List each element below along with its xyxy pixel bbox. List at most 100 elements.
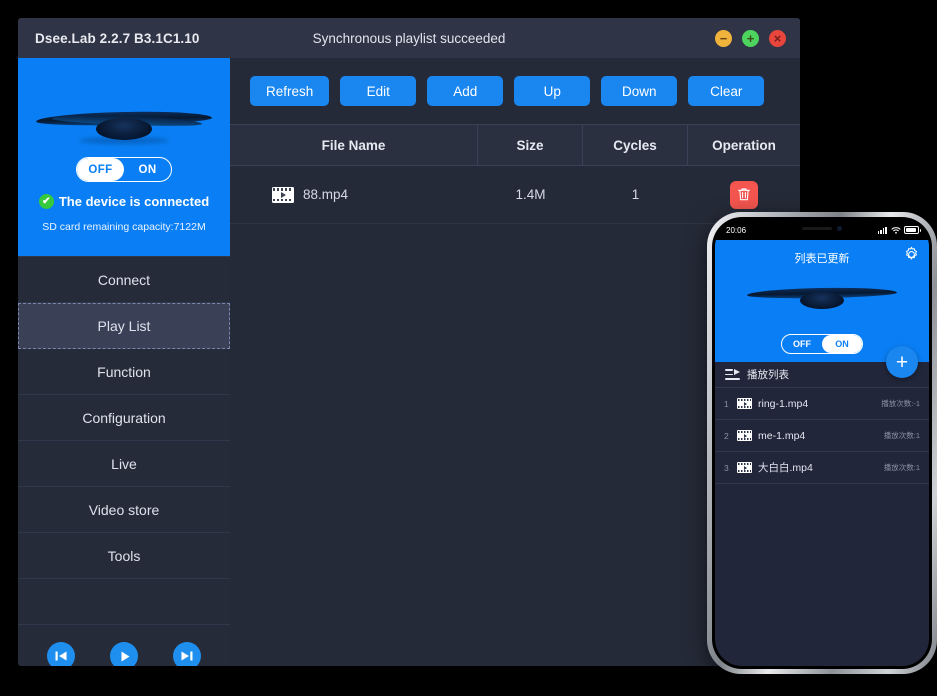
list-item-play-count: 播放次数:1 bbox=[883, 463, 920, 472]
list-item-index: 1 bbox=[724, 398, 729, 409]
status-message: Synchronous playlist succeeded bbox=[312, 30, 506, 46]
column-header-size: Size bbox=[478, 125, 583, 165]
phone-bezel: 20:06 列表已更新 OFF ON + 播放列表 1 ring-1.mp4 播… bbox=[712, 217, 932, 669]
sidebar-item-label: Video store bbox=[88, 501, 160, 518]
battery-icon bbox=[904, 226, 921, 234]
earpiece-speaker bbox=[802, 226, 832, 231]
phone-mockup: 20:06 列表已更新 OFF ON + 播放列表 1 ring-1.mp4 播… bbox=[707, 212, 937, 674]
video-file-icon bbox=[272, 186, 294, 203]
sidebar-item-label: Play List bbox=[97, 318, 151, 334]
application-window: Dsee.Lab 2.2.7 B3.1C1.10 Synchronous pla… bbox=[18, 18, 800, 666]
sidebar-item-video-store[interactable]: Video store bbox=[18, 487, 230, 533]
cell-file-name: 88.mp4 bbox=[230, 166, 478, 223]
check-circle-icon: ✔ bbox=[38, 194, 54, 209]
video-play-glyph bbox=[281, 191, 286, 198]
sidebar-item-label: Configuration bbox=[82, 409, 166, 426]
device-status: ✔ The device is connected bbox=[18, 194, 230, 209]
edit-button[interactable]: Edit bbox=[340, 76, 417, 106]
phone-notch bbox=[784, 220, 860, 237]
sidebar-item-tools[interactable]: Tools bbox=[18, 533, 230, 579]
fan-shadow bbox=[79, 137, 169, 144]
phone-toggle-off-label[interactable]: OFF bbox=[782, 335, 822, 353]
playlist-icon bbox=[725, 369, 740, 380]
file-name-label: 88.mp4 bbox=[303, 187, 349, 202]
sidebar-item-play-list[interactable]: Play List bbox=[18, 303, 230, 349]
down-button[interactable]: Down bbox=[601, 76, 678, 106]
list-item[interactable]: 2 me-1.mp4 播放次数:1 bbox=[715, 420, 929, 452]
close-icon[interactable]: × bbox=[769, 29, 786, 47]
video-file-icon bbox=[737, 398, 752, 409]
window-controls: − + × bbox=[715, 29, 786, 47]
video-file-icon bbox=[737, 462, 752, 473]
hologram-fan-image bbox=[18, 86, 230, 152]
phone-hologram-fan-image bbox=[715, 272, 929, 324]
previous-track-icon[interactable] bbox=[47, 642, 75, 666]
up-button[interactable]: Up bbox=[514, 76, 591, 106]
power-toggle-off-label[interactable]: OFF bbox=[77, 158, 124, 181]
sidebar-item-label: Connect bbox=[97, 271, 151, 288]
column-header-operation: Operation bbox=[712, 137, 776, 153]
sidebar-spacer bbox=[18, 579, 230, 625]
table-row[interactable]: 88.mp4 1.4M 1 bbox=[230, 166, 800, 224]
list-item[interactable]: 1 ring-1.mp4 播放次数:-1 bbox=[715, 388, 929, 420]
phone-playlist-label: 播放列表 bbox=[747, 369, 789, 381]
sidebar-item-configuration[interactable]: Configuration bbox=[18, 395, 230, 441]
window-body: OFF ON ✔ The device is connected SD card… bbox=[18, 58, 800, 666]
device-panel: OFF ON ✔ The device is connected SD card… bbox=[18, 58, 230, 256]
sd-capacity-label: SD card remaining capacity:7122M bbox=[42, 221, 206, 233]
power-toggle-on-label[interactable]: ON bbox=[124, 158, 171, 181]
refresh-button[interactable]: Refresh bbox=[250, 76, 330, 106]
phone-status-icons bbox=[877, 226, 921, 234]
screen: Dsee.Lab 2.2.7 B3.1C1.10 Synchronous pla… bbox=[0, 0, 937, 696]
add-button[interactable]: Add bbox=[427, 76, 504, 106]
sidebar-item-function[interactable]: Function bbox=[18, 349, 230, 395]
table-header: File Name Size Cycles Operation bbox=[230, 124, 800, 166]
device-status-label: The device is connected bbox=[58, 194, 210, 209]
front-camera-icon bbox=[837, 226, 842, 231]
list-item-index: 3 bbox=[724, 462, 729, 473]
cell-cycles: 1 bbox=[631, 187, 640, 202]
phone-status-bar: 20:06 bbox=[715, 220, 929, 240]
sidebar: OFF ON ✔ The device is connected SD card… bbox=[18, 58, 230, 666]
video-file-icon bbox=[737, 430, 752, 441]
clear-button[interactable]: Clear bbox=[688, 76, 765, 106]
player-controls bbox=[18, 625, 230, 666]
sidebar-nav: Connect Play List Function Configuration… bbox=[18, 256, 230, 625]
phone-toggle-on-label[interactable]: ON bbox=[822, 335, 862, 353]
list-item-play-count: 播放次数:-1 bbox=[881, 399, 920, 408]
playlist-table: File Name Size Cycles Operation 88.mp4 1… bbox=[230, 124, 800, 224]
gear-icon[interactable] bbox=[903, 246, 920, 268]
list-item-name: me-1.mp4 bbox=[758, 429, 806, 442]
phone-hero-title: 列表已更新 bbox=[794, 253, 850, 265]
phone-fan-hub bbox=[800, 292, 844, 309]
power-toggle[interactable]: OFF ON bbox=[76, 157, 172, 182]
toolbar: Refresh Edit Add Up Down Clear bbox=[230, 58, 800, 106]
maximize-icon[interactable]: + bbox=[742, 29, 759, 47]
list-item-index: 2 bbox=[724, 430, 729, 441]
list-item-name: ring-1.mp4 bbox=[758, 397, 809, 410]
sidebar-item-connect[interactable]: Connect bbox=[18, 257, 230, 303]
list-item[interactable]: 3 大白白.mp4 播放次数:1 bbox=[715, 452, 929, 484]
sidebar-item-label: Function bbox=[97, 363, 151, 380]
trash-icon bbox=[737, 188, 751, 201]
play-icon[interactable] bbox=[110, 642, 138, 666]
phone-power-toggle[interactable]: OFF ON bbox=[781, 334, 863, 354]
list-item-play-count: 播放次数:1 bbox=[883, 431, 920, 440]
delete-button[interactable] bbox=[730, 180, 758, 209]
sidebar-item-live[interactable]: Live bbox=[18, 441, 230, 487]
title-bar: Dsee.Lab 2.2.7 B3.1C1.10 Synchronous pla… bbox=[18, 18, 800, 58]
cell-size: 1.4M bbox=[515, 187, 546, 202]
column-header-cycles: Cycles bbox=[583, 125, 688, 165]
list-item-name: 大白白.mp4 bbox=[758, 462, 813, 474]
column-header-file-name: File Name bbox=[230, 125, 478, 165]
sidebar-item-label: Tools bbox=[107, 547, 141, 564]
minimize-icon[interactable]: − bbox=[715, 29, 732, 47]
wifi-icon bbox=[891, 227, 900, 234]
add-file-fab[interactable]: + bbox=[886, 346, 918, 378]
sidebar-item-label: Live bbox=[111, 455, 137, 472]
next-track-icon[interactable] bbox=[173, 642, 201, 666]
signal-icon bbox=[877, 226, 887, 234]
phone-hero: 列表已更新 OFF ON + bbox=[715, 240, 929, 378]
phone-screen: 20:06 列表已更新 OFF ON + 播放列表 1 ring-1.mp4 播… bbox=[715, 220, 929, 666]
phone-clock: 20:06 bbox=[726, 225, 747, 235]
